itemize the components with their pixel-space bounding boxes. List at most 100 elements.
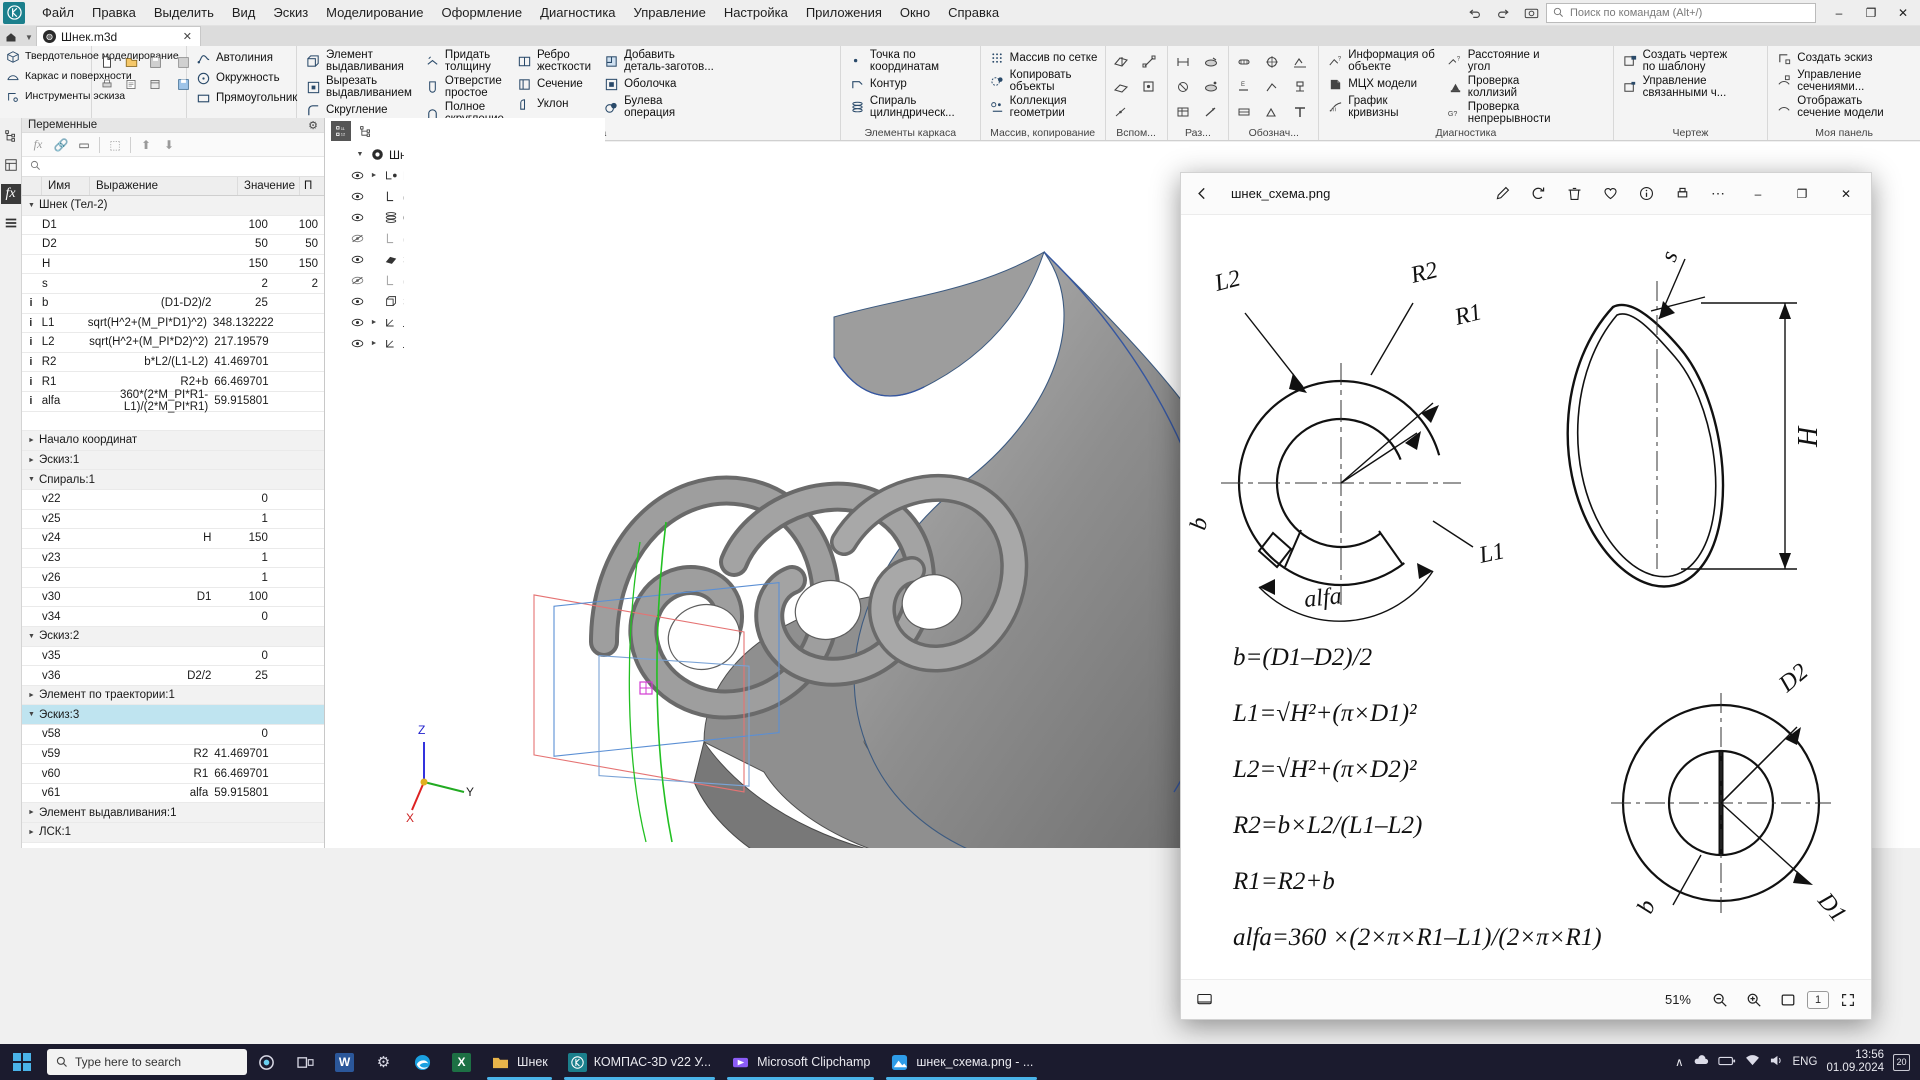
ribbon-item-rectangle[interactable]: Прямоугольник: [192, 89, 300, 108]
variables-expression-cell[interactable]: D1: [83, 591, 217, 603]
variables-expression-cell[interactable]: H: [83, 532, 217, 544]
chevron-down-icon[interactable]: ▼: [355, 151, 365, 158]
document-tab-shnek[interactable]: ◍ Шнек.m3d ✕: [36, 26, 201, 46]
taskbar-pinned-settings[interactable]: ⚙: [364, 1044, 403, 1080]
tray-onedrive-icon[interactable]: [1693, 1054, 1709, 1070]
variables-value-cell[interactable]: 66.469701: [214, 768, 274, 780]
taskbar-pinned-word[interactable]: W: [325, 1044, 364, 1080]
chevron-down-icon[interactable]: ▼: [28, 633, 35, 640]
variables-expression-cell[interactable]: sqrt(H^2+(M_PI*D2)^2): [82, 336, 214, 348]
variables-row[interactable]: v35 0: [22, 647, 324, 667]
ribbon-item-geometry-collection[interactable]: Коллекция геометрии: [986, 95, 1101, 120]
taskbar-app-photos[interactable]: шнек_схема.png - ...: [880, 1044, 1043, 1080]
variables-row[interactable]: i b (D1-D2)/2 25: [22, 294, 324, 314]
dim-table-icon[interactable]: [1170, 99, 1196, 125]
image-counter[interactable]: 1: [1807, 990, 1829, 1009]
document-tab-close-icon[interactable]: ✕: [179, 30, 196, 43]
notation-base-icon[interactable]: [1287, 74, 1313, 100]
ribbon-item-shell[interactable]: Оболочка: [600, 75, 717, 94]
variables-row[interactable]: i R2 b*L2/(L1-L2) 41.469701: [22, 353, 324, 373]
variables-expression-cell[interactable]: R2: [82, 748, 214, 760]
eye-visible-icon[interactable]: [349, 338, 365, 349]
menu-help[interactable]: Справка: [939, 1, 1008, 24]
menu-settings[interactable]: Настройка: [715, 1, 797, 24]
variables-name-cell[interactable]: v34: [40, 611, 83, 623]
variables-row[interactable]: D2 50 50: [22, 235, 324, 255]
eye-visible-icon[interactable]: [349, 212, 365, 223]
variables-row[interactable]: v60 R1 66.469701: [22, 764, 324, 784]
chevron-right-icon[interactable]: ►: [28, 829, 35, 836]
tray-volume-icon[interactable]: [1769, 1054, 1784, 1070]
notation-thread-icon[interactable]: [1231, 49, 1257, 75]
variables-group-row[interactable]: ► Начало координат: [22, 431, 324, 451]
menu-file[interactable]: Файл: [33, 1, 83, 24]
window-maximize-button[interactable]: ❐: [1856, 1, 1886, 25]
fullscreen-icon[interactable]: [1833, 986, 1863, 1014]
dim-note-icon[interactable]: [1198, 74, 1224, 100]
photo-maximize-button[interactable]: ❐: [1781, 174, 1823, 214]
tray-network-icon[interactable]: [1745, 1054, 1760, 1070]
variables-search[interactable]: [22, 157, 324, 177]
taskbar-clock[interactable]: 13:56 01.09.2024: [1826, 1049, 1884, 1075]
ribbon-item-show-section[interactable]: Отображать сечение модели: [1773, 95, 1886, 120]
variables-name-cell[interactable]: D2: [40, 238, 83, 250]
ribbon-item-section[interactable]: Сечение: [513, 75, 594, 94]
variables-row[interactable]: v30 D1 100: [22, 588, 324, 608]
ribbon-item-collision-check[interactable]: Проверка коллизий: [1444, 75, 1554, 100]
variables-name-cell[interactable]: R2: [40, 356, 83, 368]
variables-group-row[interactable]: ► Эскиз:1: [22, 450, 324, 471]
variables-value-cell[interactable]: 150: [217, 258, 273, 270]
taskbar-cortana-icon[interactable]: [247, 1044, 286, 1080]
variables-row[interactable]: v59 R2 41.469701: [22, 745, 324, 765]
chevron-right-icon[interactable]: ►: [28, 692, 35, 699]
ribbon-item-spiral[interactable]: Спираль цилиндрическ...: [846, 95, 958, 120]
external-variable-icon[interactable]: ⬚: [105, 135, 125, 154]
tab-dropdown-icon[interactable]: ▼: [22, 28, 36, 46]
variables-name-cell[interactable]: v60: [40, 768, 83, 780]
variables-value-cell[interactable]: 25: [217, 670, 273, 682]
slideshow-icon[interactable]: [1189, 986, 1219, 1014]
menu-window[interactable]: Окно: [891, 1, 939, 24]
menu-view[interactable]: Вид: [223, 1, 265, 24]
variables-row[interactable]: s 2 2: [22, 274, 324, 294]
notation-table2-icon[interactable]: [1231, 99, 1257, 125]
variables-row[interactable]: v58 0: [22, 725, 324, 745]
chevron-right-icon[interactable]: ►: [369, 340, 379, 347]
variables-group-row[interactable]: ► Элемент выдавливания:1: [22, 803, 324, 823]
taskbar-pinned-excel[interactable]: X: [442, 1044, 481, 1080]
variables-expression-cell[interactable]: alfa: [82, 787, 214, 799]
variables-row[interactable]: H 150 150: [22, 255, 324, 275]
taskbar-app-clipchamp[interactable]: Microsoft Clipchamp: [721, 1044, 880, 1080]
ribbon-item-thicken[interactable]: Придать толщину: [421, 49, 507, 74]
taskbar-search-input[interactable]: Type here to search: [47, 1049, 247, 1075]
eye-visible-icon[interactable]: [349, 170, 365, 181]
ribbon-item-point-coord[interactable]: Точка по координатам: [846, 49, 958, 74]
notation-roughness-icon[interactable]: [1287, 49, 1313, 75]
variables-value-cell[interactable]: 1: [217, 513, 273, 525]
more-options-icon[interactable]: ⋯: [1701, 178, 1735, 210]
taskbar-taskview-icon[interactable]: [286, 1044, 325, 1080]
variables-value-cell[interactable]: 0: [217, 650, 273, 662]
rail-menu-button[interactable]: [1, 213, 21, 233]
aux-lcs-icon[interactable]: [1136, 74, 1162, 100]
chevron-right-icon[interactable]: ►: [28, 437, 35, 444]
variables-row[interactable]: D1 100 100: [22, 216, 324, 236]
window-minimize-button[interactable]: –: [1824, 1, 1854, 25]
ribbon-item-continuity-check[interactable]: G? Проверка непрерывности: [1444, 101, 1554, 126]
info-icon[interactable]: [1629, 178, 1663, 210]
variables-expression-cell[interactable]: R1: [82, 768, 214, 780]
variables-name-cell[interactable]: R1: [40, 376, 83, 388]
dim-arrow-icon[interactable]: [1198, 99, 1224, 125]
print-preview-icon[interactable]: [118, 71, 144, 97]
dim-angular-icon[interactable]: [1170, 74, 1196, 100]
ribbon-item-manage-sections[interactable]: Управление сечениями...: [1773, 69, 1886, 94]
tray-chevron-icon[interactable]: ∧: [1675, 1055, 1683, 1069]
variables-value-cell[interactable]: 100: [217, 591, 273, 603]
variables-name-cell[interactable]: v22: [40, 493, 83, 505]
ribbon-item-circle[interactable]: Окружность: [192, 69, 300, 88]
print-icon[interactable]: [94, 71, 120, 97]
ribbon-item-mass-props[interactable]: МЦХ модели: [1324, 75, 1438, 94]
edit-image-icon[interactable]: [1485, 178, 1519, 210]
ribbon-item-cut-extrude[interactable]: Вырезать выдавливанием: [302, 75, 415, 100]
ribbon-item-curvature-graph[interactable]: График кривизны: [1324, 95, 1438, 120]
